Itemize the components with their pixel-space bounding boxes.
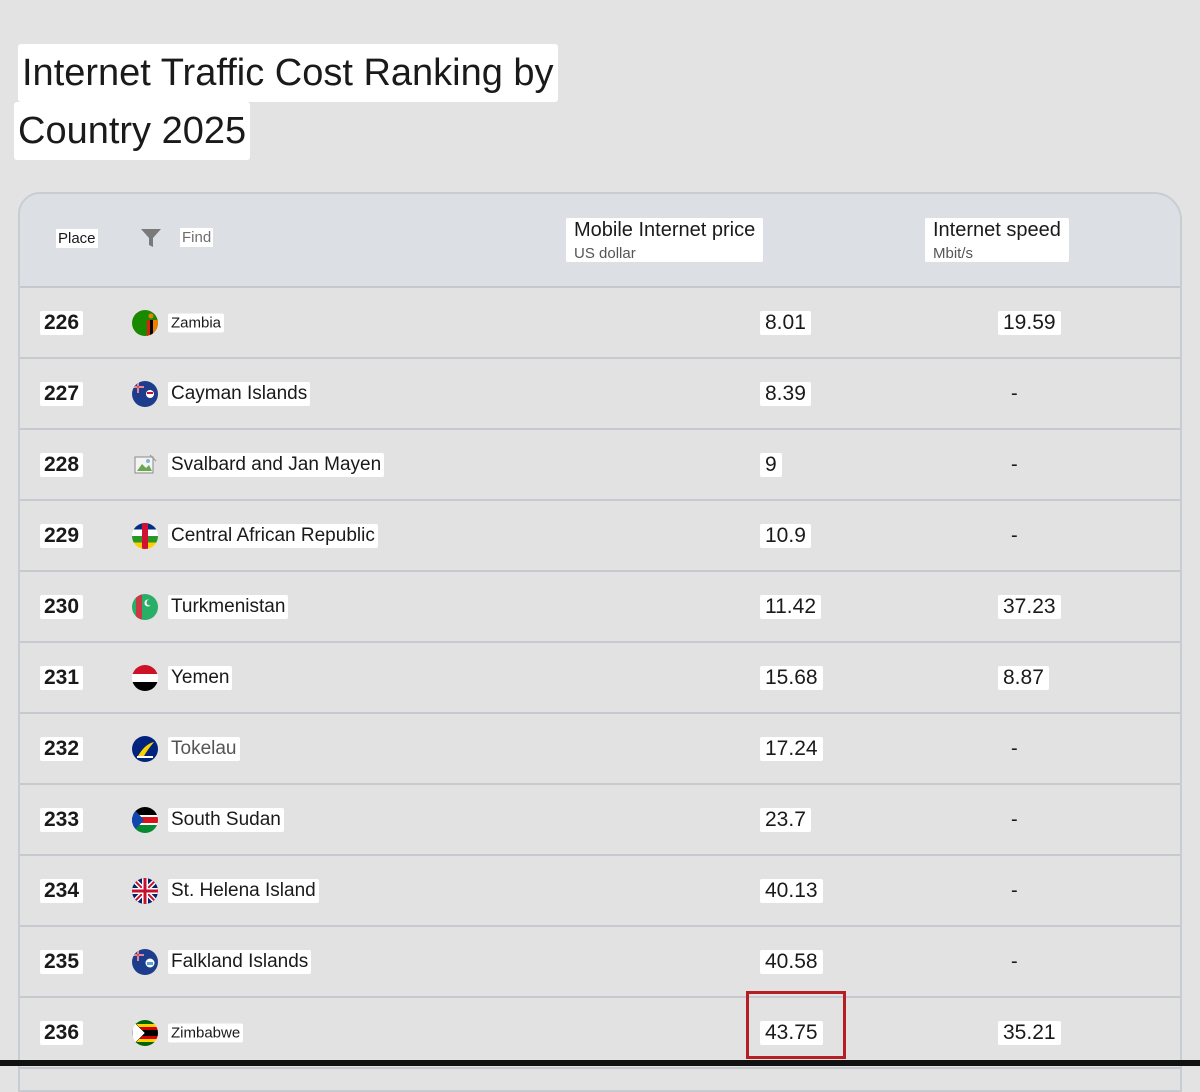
country-name: Zimbabwe	[168, 1023, 244, 1042]
place-number: 234	[40, 878, 84, 903]
price-value: 40.13	[760, 878, 823, 903]
country-name: Tokelau	[168, 736, 240, 761]
table-row[interactable]: 229 Central African Republic 10.9 -	[20, 501, 1180, 572]
page-title-line-2: Country 2025	[14, 102, 251, 160]
table-row[interactable]: 233 South Sudan 23.7 -	[20, 785, 1180, 856]
price-value: 11.42	[760, 594, 821, 619]
table-row[interactable]: 234 St. Helena Island 40.13 -	[20, 856, 1180, 927]
zimbabwe-flag-icon	[132, 1019, 158, 1046]
price-column-header[interactable]: Mobile Internet price US dollar	[566, 218, 764, 262]
page-title: Internet Traffic Cost Ranking by Country…	[14, 44, 558, 160]
table-row[interactable]: 232 Tokelau 17.24 -	[20, 714, 1180, 785]
speed-value: -	[1011, 879, 1018, 901]
country-name: Central African Republic	[168, 523, 378, 548]
price-header-label: Mobile Internet price	[571, 219, 759, 242]
speed-value: -	[1011, 524, 1018, 546]
table-row[interactable]: 236 Zimbabwe 43.75 35.21	[20, 998, 1180, 1069]
country-name: Cayman Islands	[168, 381, 311, 406]
tokelau-flag-icon	[132, 735, 158, 762]
place-number: 226	[40, 310, 84, 335]
country-name: Turkmenistan	[168, 594, 289, 619]
ranking-table: Place Find Mobile Internet price US doll…	[18, 192, 1182, 1092]
country-name: Falkland Islands	[168, 949, 312, 974]
country-name: St. Helena Island	[168, 878, 319, 903]
speed-value: -	[1011, 950, 1018, 972]
place-number: 230	[40, 594, 84, 619]
price-value: 10.9	[760, 523, 811, 548]
table-body: 226 Zambia 8.01 19.59 227 Cayman Islands…	[20, 288, 1180, 1069]
broken-image-icon	[132, 452, 158, 478]
speed-value: 35.21	[998, 1020, 1061, 1045]
st-helena-flag-icon	[132, 877, 158, 904]
price-value: 9	[760, 452, 782, 477]
price-value: 43.75	[760, 1020, 823, 1045]
central-african-republic-flag-icon	[132, 522, 158, 549]
speed-value: -	[1011, 737, 1018, 759]
cayman-islands-flag-icon	[132, 380, 158, 407]
country-name: South Sudan	[168, 807, 284, 832]
price-value: 23.7	[760, 807, 811, 832]
speed-value: -	[1011, 808, 1018, 830]
table-header: Place Find Mobile Internet price US doll…	[20, 194, 1180, 288]
table-row[interactable]: 227 Cayman Islands 8.39 -	[20, 359, 1180, 430]
price-value: 8.39	[760, 381, 811, 406]
price-header-unit: US dollar	[571, 245, 758, 262]
falkland-islands-flag-icon	[132, 948, 158, 975]
place-number: 235	[40, 949, 84, 974]
place-number: 229	[40, 523, 84, 548]
zambia-flag-icon	[132, 309, 158, 336]
speed-value: -	[1011, 453, 1018, 475]
table-row[interactable]: 230 Turkmenistan 11.42 37.23	[20, 572, 1180, 643]
price-value: 40.58	[760, 949, 823, 974]
place-column-header[interactable]: Place	[56, 229, 98, 248]
speed-value: 19.59	[998, 310, 1061, 335]
speed-header-label: Internet speed	[930, 219, 1064, 242]
place-number: 232	[40, 736, 84, 761]
speed-value: -	[1011, 382, 1018, 404]
country-name: Svalbard and Jan Mayen	[168, 452, 385, 477]
place-number: 227	[40, 381, 84, 406]
speed-header-unit: Mbit/s	[930, 245, 1064, 262]
price-value: 17.24	[760, 736, 823, 761]
speed-value: 37.23	[998, 594, 1061, 619]
table-row[interactable]: 235 Falkland Islands 40.58 -	[20, 927, 1180, 998]
table-row[interactable]: 228 Svalbard and Jan Mayen 9 -	[20, 430, 1180, 501]
table-row[interactable]: 226 Zambia 8.01 19.59	[20, 288, 1180, 359]
price-value: 15.68	[760, 665, 823, 690]
place-number: 228	[40, 452, 84, 477]
place-number: 231	[40, 665, 84, 690]
speed-value: 8.87	[998, 665, 1049, 690]
page-title-line-1: Internet Traffic Cost Ranking by	[18, 44, 558, 102]
price-value: 8.01	[760, 310, 811, 335]
filter-icon[interactable]	[140, 227, 162, 249]
place-number: 233	[40, 807, 84, 832]
find-input[interactable]: Find	[180, 228, 214, 247]
country-name: Zambia	[168, 313, 225, 332]
yemen-flag-icon	[132, 664, 158, 691]
country-name: Yemen	[168, 665, 233, 690]
table-row[interactable]: 231 Yemen 15.68 8.87	[20, 643, 1180, 714]
turkmenistan-flag-icon	[132, 593, 158, 620]
speed-column-header[interactable]: Internet speed Mbit/s	[925, 218, 1069, 262]
place-number: 236	[40, 1020, 84, 1045]
south-sudan-flag-icon	[132, 806, 158, 833]
bottom-edge-bar	[0, 1060, 1200, 1066]
